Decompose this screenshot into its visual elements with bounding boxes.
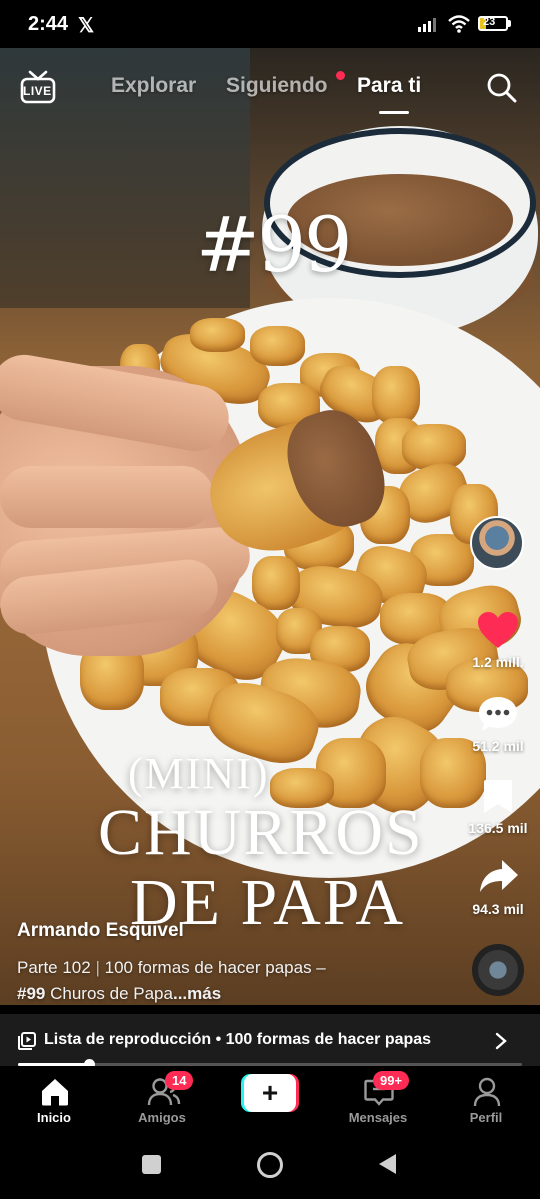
churro <box>190 318 245 352</box>
save-count: 136.5 mil <box>468 820 528 836</box>
system-nav-bar <box>0 1130 540 1199</box>
nav-label-mensajes: Mensajes <box>348 1110 408 1125</box>
messages-badge: 99+ <box>373 1071 410 1090</box>
heart-icon[interactable] <box>476 610 520 650</box>
status-time: 2:44 <box>28 13 69 35</box>
caption-separator: | <box>95 958 100 977</box>
comment-count: 51.2 mil <box>472 738 524 754</box>
finger <box>0 466 214 528</box>
new-content-dot <box>336 71 345 80</box>
battery-level: 23 <box>483 16 496 28</box>
overlay-number: #99 <box>196 200 352 289</box>
playlist-bar[interactable]: Lista de reproducción • 100 formas de ha… <box>0 1014 540 1066</box>
playlist-label: Lista de reproducción • 100 formas de ha… <box>44 1031 432 1048</box>
plus-icon: + <box>261 1077 279 1108</box>
profile-icon <box>473 1077 501 1107</box>
caption-playlist-name: 100 formas de hacer papas – <box>104 958 326 977</box>
tab-explorar[interactable]: Explorar <box>111 74 196 98</box>
back-button[interactable] <box>376 1152 398 1176</box>
playlist-icon <box>18 1032 36 1050</box>
wifi-icon <box>448 15 470 33</box>
nav-perfil[interactable]: Perfil <box>441 1066 531 1130</box>
churro <box>252 556 300 610</box>
caption-part: Parte 102 <box>17 958 91 977</box>
search-icon[interactable] <box>486 72 518 104</box>
chevron-right-icon <box>495 1032 507 1050</box>
creator-avatar[interactable] <box>470 516 524 570</box>
nav-inicio[interactable]: Inicio <box>9 1066 99 1130</box>
caption-line-2: #99 Churos de Papa...más <box>17 984 221 1004</box>
bookmark-icon[interactable] <box>482 778 514 816</box>
nav-label-perfil: Perfil <box>469 1110 503 1125</box>
live-label: LIVE <box>23 84 52 98</box>
create-button[interactable]: + <box>241 1074 299 1112</box>
caption-text: Churos de Papa <box>45 984 173 1003</box>
active-tab-indicator <box>379 111 409 114</box>
status-bar: 2:44 𝕏 23 <box>0 0 540 48</box>
churro <box>372 366 420 424</box>
friends-badge: 14 <box>165 1071 194 1090</box>
battery-tip <box>508 20 511 27</box>
overlay-title-churros: CHURROS <box>98 796 424 869</box>
signal-icon <box>418 18 436 32</box>
overlay-title-mini: (MINI) <box>128 749 270 798</box>
author-name[interactable]: Armando Esquivel <box>17 920 184 942</box>
nav-amigos[interactable]: 14 Amigos <box>117 1066 207 1130</box>
nav-label-inicio: Inicio <box>37 1110 71 1125</box>
more-link[interactable]: ...más <box>173 984 221 1003</box>
caption-hashtag[interactable]: #99 <box>17 984 45 1003</box>
comment-icon[interactable] <box>476 694 520 734</box>
churro <box>250 326 305 366</box>
tiktok-screen: 2:44 𝕏 23 #99 (MINI) CHURROS DE PAPA LIV… <box>0 0 540 1199</box>
x-logo-icon: 𝕏 <box>78 15 95 37</box>
like-count: 1.2 mill. <box>472 654 524 670</box>
video-player[interactable]: #99 (MINI) CHURROS DE PAPA <box>0 48 540 1005</box>
nav-label-amigos: Amigos <box>138 1110 186 1125</box>
recents-button[interactable] <box>142 1155 161 1174</box>
share-icon[interactable] <box>478 858 520 896</box>
caption-line-1: Parte 102 | 100 formas de hacer papas – <box>17 958 326 978</box>
home-button[interactable] <box>257 1152 283 1178</box>
home-icon <box>42 1079 68 1106</box>
music-disc[interactable] <box>472 944 524 996</box>
nav-mensajes[interactable]: 99+ Mensajes <box>333 1066 423 1130</box>
tab-para-ti[interactable]: Para ti <box>357 74 421 98</box>
share-count: 94.3 mil <box>472 901 524 917</box>
tab-siguiendo[interactable]: Siguiendo <box>226 74 328 98</box>
